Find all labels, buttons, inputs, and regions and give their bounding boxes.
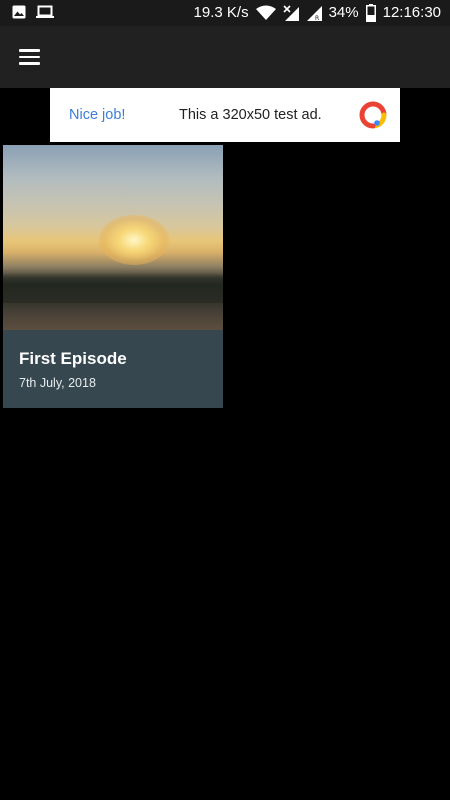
signal-no-service-icon (283, 5, 299, 21)
clock: 12:16:30 (382, 4, 441, 21)
laptop-icon (36, 5, 54, 18)
battery-icon (365, 4, 376, 22)
battery-percent: 34% (328, 4, 359, 21)
image-icon (12, 5, 26, 19)
svg-text:R: R (315, 15, 319, 21)
ad-nice-job-text: Nice job! (69, 107, 126, 123)
ad-main-text: This a 320x50 test ad. (179, 107, 322, 123)
sun-glow (99, 215, 169, 265)
treeline (3, 273, 223, 303)
hamburger-menu-icon[interactable] (18, 46, 42, 68)
episode-title: First Episode (19, 349, 127, 368)
signal-roaming-icon: R (306, 6, 322, 21)
ad-logo-icon (359, 101, 387, 129)
episode-card[interactable]: First Episode 7th July, 2018 (3, 145, 223, 408)
app-bar (0, 26, 450, 88)
status-right-info: 19.3 K/s R 34% 12:16:30 (194, 3, 441, 23)
wifi-icon (255, 5, 276, 20)
episode-date: 7th July, 2018 (19, 376, 96, 390)
ad-banner[interactable]: Nice job! This a 320x50 test ad. (50, 88, 400, 142)
status-left-icons (12, 5, 54, 19)
network-speed: 19.3 K/s (193, 4, 249, 21)
status-bar: 19.3 K/s R 34% 12:16:30 (0, 0, 450, 26)
episode-thumbnail (3, 145, 223, 330)
